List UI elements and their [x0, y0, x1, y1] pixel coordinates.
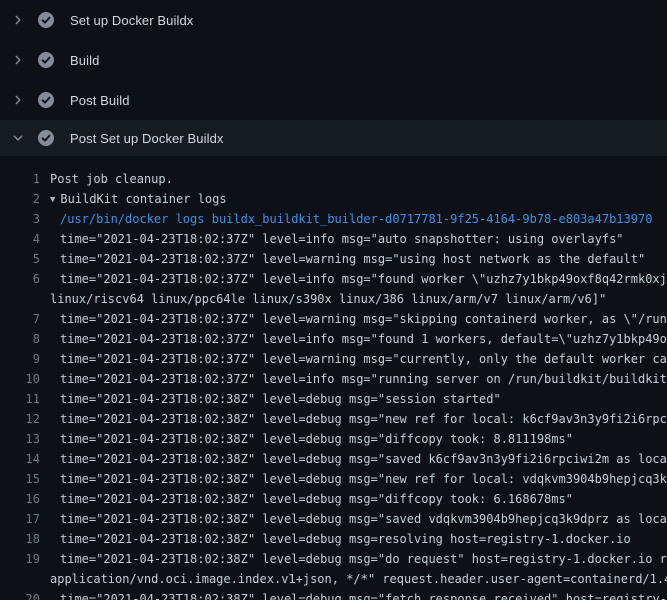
line-number[interactable]: 14 — [0, 449, 40, 469]
log-text: time="2021-04-23T18:02:38Z" level=debug … — [60, 489, 573, 509]
log-text: time="2021-04-23T18:02:38Z" level=debug … — [60, 469, 667, 489]
log-text: time="2021-04-23T18:02:38Z" level=debug … — [60, 589, 667, 600]
log-line: 10 time="2021-04-23T18:02:37Z" level=info… — [0, 369, 667, 389]
log-text: time="2021-04-23T18:02:37Z" level=warnin… — [60, 349, 667, 369]
log-line: 1 Post job cleanup. — [0, 169, 667, 189]
line-number[interactable]: 11 — [0, 389, 40, 409]
line-number[interactable]: 9 — [0, 349, 40, 369]
log-line: 16 time="2021-04-23T18:02:38Z" level=debu… — [0, 489, 667, 509]
log-text: time="2021-04-23T18:02:37Z" level=warnin… — [60, 249, 645, 269]
log-text: time="2021-04-23T18:02:38Z" level=debug … — [60, 409, 667, 429]
log-line: 6 time="2021-04-23T18:02:37Z" level=info … — [0, 269, 667, 289]
step-row-setup-docker-buildx[interactable]: Set up Docker Buildx — [0, 0, 667, 40]
log-group-toggle[interactable]: BuildKit container logs — [60, 192, 226, 206]
log-line: 8 time="2021-04-23T18:02:37Z" level=info … — [0, 329, 667, 349]
log-line: 18 time="2021-04-23T18:02:38Z" level=debu… — [0, 529, 667, 549]
log-line: 2 ▼ BuildKit container logs — [0, 189, 667, 209]
step-label: Set up Docker Buildx — [70, 13, 193, 28]
check-circle-icon — [38, 130, 54, 146]
log-text: time="2021-04-23T18:02:37Z" level=info m… — [60, 229, 624, 249]
line-number[interactable]: 15 — [0, 469, 40, 489]
log-text: time="2021-04-23T18:02:37Z" level=info m… — [60, 329, 667, 349]
check-circle-icon — [38, 92, 54, 108]
log-line: linux/riscv64 linux/ppc64le linux/s390x … — [0, 289, 667, 309]
log-line: application/vnd.oci.image.index.v1+json,… — [0, 569, 667, 589]
log-group-row: ▼ BuildKit container logs — [50, 189, 227, 209]
line-number[interactable]: 19 — [0, 549, 40, 569]
chevron-right-icon — [10, 12, 26, 28]
line-number[interactable]: 2 — [0, 189, 40, 209]
log-line: 13 time="2021-04-23T18:02:38Z" level=debu… — [0, 429, 667, 449]
log-line: 5 time="2021-04-23T18:02:37Z" level=warni… — [0, 249, 667, 269]
log-line: 14 time="2021-04-23T18:02:38Z" level=debu… — [0, 449, 667, 469]
line-number[interactable]: 13 — [0, 429, 40, 449]
log-text: time="2021-04-23T18:02:38Z" level=debug … — [60, 389, 501, 409]
log-text: time="2021-04-23T18:02:37Z" level=warnin… — [60, 309, 667, 329]
check-circle-icon — [38, 12, 54, 28]
log-line: 11 time="2021-04-23T18:02:38Z" level=debu… — [0, 389, 667, 409]
line-number — [0, 289, 40, 309]
chevron-right-icon — [10, 52, 26, 68]
step-row-build[interactable]: Build — [0, 40, 667, 80]
line-number[interactable]: 7 — [0, 309, 40, 329]
log-line: 12 time="2021-04-23T18:02:38Z" level=debu… — [0, 409, 667, 429]
log-line: 9 time="2021-04-23T18:02:37Z" level=warni… — [0, 349, 667, 369]
log-text: linux/riscv64 linux/ppc64le linux/s390x … — [50, 289, 606, 309]
line-number[interactable]: 6 — [0, 269, 40, 289]
log-line: 17 time="2021-04-23T18:02:38Z" level=debu… — [0, 509, 667, 529]
line-number[interactable]: 16 — [0, 489, 40, 509]
step-label: Post Build — [70, 93, 130, 108]
line-number[interactable]: 8 — [0, 329, 40, 349]
log-viewer: 1 Post job cleanup. 2 ▼ BuildKit container l… — [0, 156, 667, 600]
line-number[interactable]: 5 — [0, 249, 40, 269]
log-line: 7 time="2021-04-23T18:02:37Z" level=warni… — [0, 309, 667, 329]
line-number[interactable]: 20 — [0, 589, 40, 600]
line-number[interactable]: 1 — [0, 169, 40, 189]
check-circle-icon — [38, 52, 54, 68]
line-number — [0, 569, 40, 589]
log-line: 15 time="2021-04-23T18:02:38Z" level=debu… — [0, 469, 667, 489]
step-row-post-setup-docker-buildx[interactable]: Post Set up Docker Buildx — [0, 120, 667, 156]
step-row-post-build[interactable]: Post Build — [0, 80, 667, 120]
log-command-text: /usr/bin/docker logs buildx_buildkit_bui… — [60, 209, 652, 229]
log-text: time="2021-04-23T18:02:37Z" level=info m… — [60, 369, 667, 389]
line-number[interactable]: 4 — [0, 229, 40, 249]
log-text: time="2021-04-23T18:02:38Z" level=debug … — [60, 549, 667, 569]
log-text: Post job cleanup. — [50, 169, 173, 189]
triangle-down-icon: ▼ — [50, 190, 55, 209]
line-number[interactable]: 3 — [0, 209, 40, 229]
line-number[interactable]: 17 — [0, 509, 40, 529]
log-line: 4 time="2021-04-23T18:02:37Z" level=info … — [0, 229, 667, 249]
chevron-down-icon — [10, 130, 26, 146]
log-text: application/vnd.oci.image.index.v1+json,… — [50, 569, 667, 589]
log-text: time="2021-04-23T18:02:37Z" level=info m… — [60, 269, 667, 289]
log-line: 3/usr/bin/docker logs buildx_buildkit_bu… — [0, 209, 667, 229]
chevron-right-icon — [10, 92, 26, 108]
log-line: 19 time="2021-04-23T18:02:38Z" level=debu… — [0, 549, 667, 569]
step-label: Post Set up Docker Buildx — [70, 131, 224, 146]
log-text: time="2021-04-23T18:02:38Z" level=debug … — [60, 449, 667, 469]
log-line: 20 time="2021-04-23T18:02:38Z" level=debu… — [0, 589, 667, 600]
step-list: Set up Docker Buildx Build Post Build Po… — [0, 0, 667, 156]
log-text: time="2021-04-23T18:02:38Z" level=debug … — [60, 509, 667, 529]
log-text: time="2021-04-23T18:02:38Z" level=debug … — [60, 429, 573, 449]
line-number[interactable]: 12 — [0, 409, 40, 429]
line-number[interactable]: 10 — [0, 369, 40, 389]
step-label: Build — [70, 53, 99, 68]
line-number[interactable]: 18 — [0, 529, 40, 549]
log-text: time="2021-04-23T18:02:38Z" level=debug … — [60, 529, 631, 549]
